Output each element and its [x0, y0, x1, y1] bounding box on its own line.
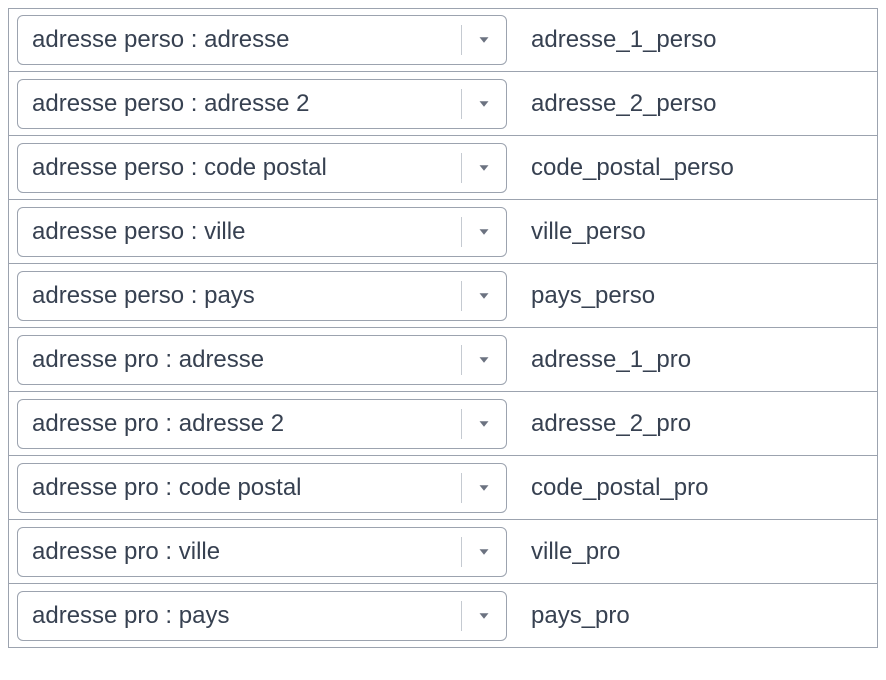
- field-key-value: pays_perso: [515, 264, 877, 327]
- select-label: adresse pro : ville: [18, 538, 461, 566]
- field-key-value: ville_pro: [515, 520, 877, 583]
- select-label: adresse perso : code postal: [18, 154, 461, 182]
- chevron-down-icon: [462, 479, 506, 497]
- select-label: adresse pro : adresse 2: [18, 410, 461, 438]
- field-mapping-table: adresse perso : adresse adresse_1_perso …: [8, 8, 878, 648]
- select-cell: adresse pro : adresse 2: [9, 392, 515, 455]
- select-cell: adresse pro : adresse: [9, 328, 515, 391]
- field-key-value: adresse_2_pro: [515, 392, 877, 455]
- chevron-down-icon: [462, 543, 506, 561]
- field-select[interactable]: adresse perso : adresse: [17, 15, 507, 65]
- select-cell: adresse pro : ville: [9, 520, 515, 583]
- mapping-row: adresse perso : ville ville_perso: [8, 200, 878, 264]
- field-key-value: code_postal_pro: [515, 456, 877, 519]
- field-key-value: code_postal_perso: [515, 136, 877, 199]
- select-cell: adresse perso : adresse: [9, 9, 515, 71]
- select-label: adresse pro : pays: [18, 602, 461, 630]
- mapping-row: adresse perso : code postal code_postal_…: [8, 136, 878, 200]
- select-label: adresse perso : ville: [18, 218, 461, 246]
- chevron-down-icon: [462, 95, 506, 113]
- chevron-down-icon: [462, 31, 506, 49]
- select-label: adresse perso : pays: [18, 282, 461, 310]
- field-select[interactable]: adresse pro : ville: [17, 527, 507, 577]
- select-cell: adresse perso : adresse 2: [9, 72, 515, 135]
- select-cell: adresse perso : ville: [9, 200, 515, 263]
- chevron-down-icon: [462, 223, 506, 241]
- chevron-down-icon: [462, 351, 506, 369]
- select-cell: adresse pro : code postal: [9, 456, 515, 519]
- select-cell: adresse perso : pays: [9, 264, 515, 327]
- field-select[interactable]: adresse perso : ville: [17, 207, 507, 257]
- field-select[interactable]: adresse pro : adresse: [17, 335, 507, 385]
- mapping-row: adresse perso : adresse adresse_1_perso: [8, 8, 878, 72]
- field-select[interactable]: adresse perso : code postal: [17, 143, 507, 193]
- select-cell: adresse pro : pays: [9, 584, 515, 647]
- mapping-row: adresse perso : adresse 2 adresse_2_pers…: [8, 72, 878, 136]
- select-cell: adresse perso : code postal: [9, 136, 515, 199]
- mapping-row: adresse pro : pays pays_pro: [8, 584, 878, 648]
- field-select[interactable]: adresse pro : adresse 2: [17, 399, 507, 449]
- field-select[interactable]: adresse perso : pays: [17, 271, 507, 321]
- field-select[interactable]: adresse pro : code postal: [17, 463, 507, 513]
- chevron-down-icon: [462, 287, 506, 305]
- field-key-value: adresse_1_perso: [515, 9, 877, 71]
- chevron-down-icon: [462, 415, 506, 433]
- field-key-value: adresse_2_perso: [515, 72, 877, 135]
- field-key-value: adresse_1_pro: [515, 328, 877, 391]
- field-select[interactable]: adresse pro : pays: [17, 591, 507, 641]
- select-label: adresse pro : adresse: [18, 346, 461, 374]
- field-key-value: pays_pro: [515, 584, 877, 647]
- chevron-down-icon: [462, 159, 506, 177]
- select-label: adresse perso : adresse 2: [18, 90, 461, 118]
- mapping-row: adresse pro : adresse adresse_1_pro: [8, 328, 878, 392]
- mapping-row: adresse pro : ville ville_pro: [8, 520, 878, 584]
- select-label: adresse perso : adresse: [18, 26, 461, 54]
- select-label: adresse pro : code postal: [18, 474, 461, 502]
- mapping-row: adresse pro : adresse 2 adresse_2_pro: [8, 392, 878, 456]
- chevron-down-icon: [462, 607, 506, 625]
- field-key-value: ville_perso: [515, 200, 877, 263]
- field-select[interactable]: adresse perso : adresse 2: [17, 79, 507, 129]
- mapping-row: adresse pro : code postal code_postal_pr…: [8, 456, 878, 520]
- mapping-row: adresse perso : pays pays_perso: [8, 264, 878, 328]
